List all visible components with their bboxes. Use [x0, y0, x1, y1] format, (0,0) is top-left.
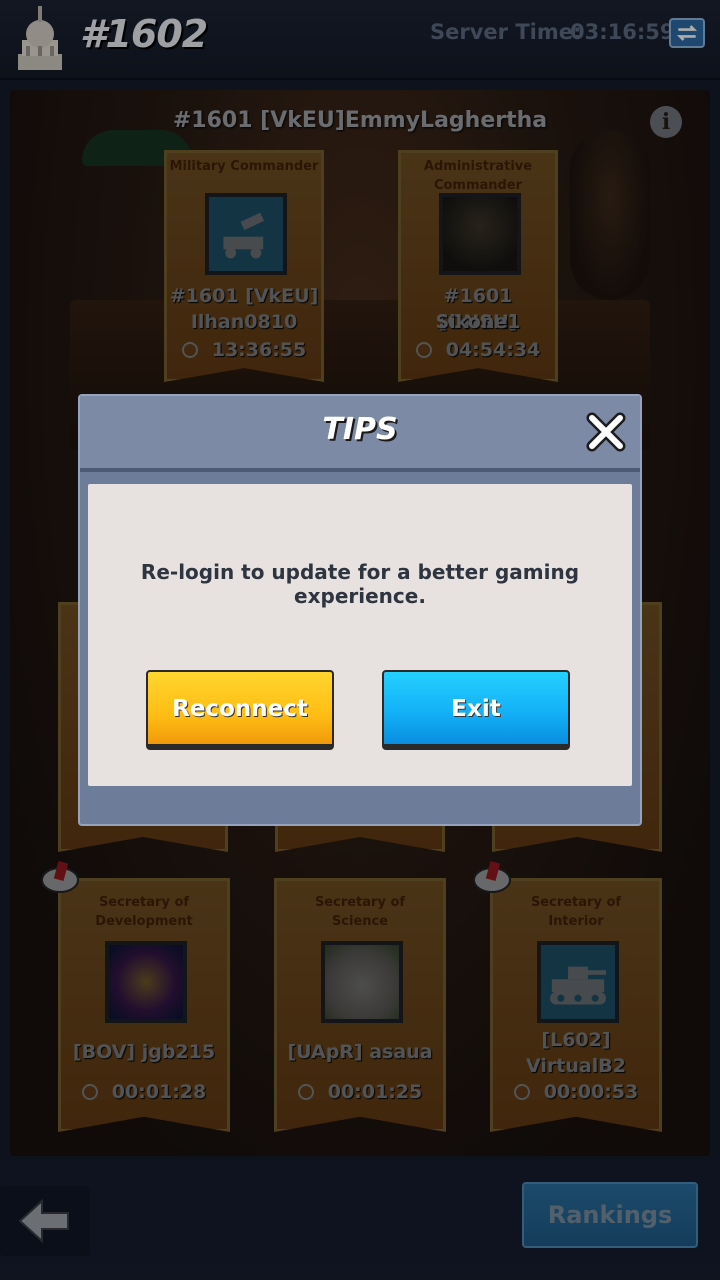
dialog-title: TIPS [322, 412, 398, 447]
dialog-header: TIPS [80, 396, 640, 472]
close-icon[interactable] [584, 410, 628, 454]
dialog-body: Re-login to update for a better gaming e… [88, 484, 632, 786]
exit-button[interactable]: Exit [382, 670, 570, 750]
dialog-message: Re-login to update for a better gaming e… [140, 560, 580, 608]
tips-dialog: TIPS Re-login to update for a better gam… [78, 394, 642, 826]
reconnect-button[interactable]: Reconnect [146, 670, 334, 750]
